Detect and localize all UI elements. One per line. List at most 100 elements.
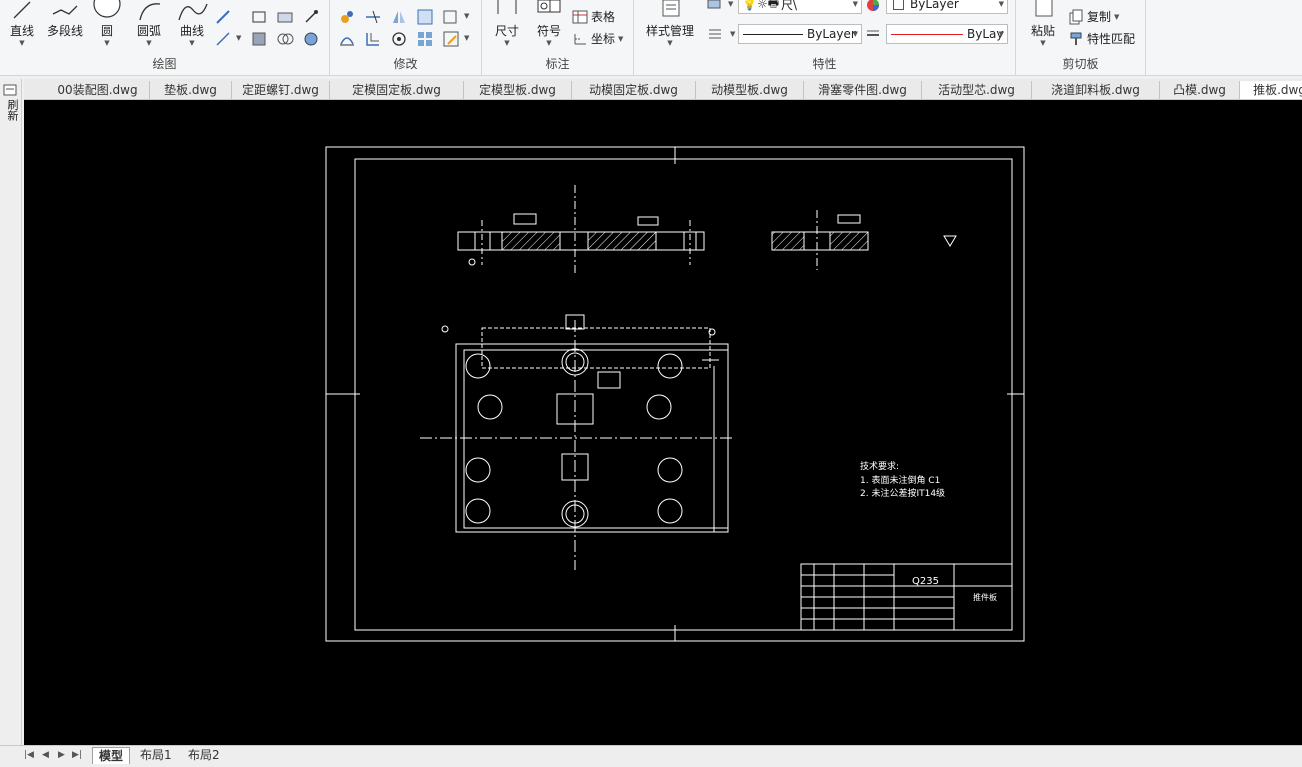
layer-properties-icon[interactable] bbox=[706, 0, 724, 14]
lineweight-preview bbox=[891, 33, 963, 35]
tab-moving-clamp-plate[interactable]: 动模固定板.dwg bbox=[572, 81, 696, 99]
linetype-dropdown[interactable]: ByLayer ▼ bbox=[738, 24, 862, 44]
chevron-down-icon: ▼ bbox=[189, 39, 195, 47]
chevron-down-icon[interactable]: ▼ bbox=[464, 34, 469, 42]
draw-panel: 直线 ▼ 多段线 圆 ▼ 圆弧 ▼ 曲线 ▼ ▼ 绘图 bbox=[0, 0, 330, 76]
coordinate-icon bbox=[574, 33, 586, 44]
chevron-down-icon: ▼ bbox=[852, 30, 858, 38]
chevron-down-icon: ▼ bbox=[146, 39, 152, 47]
lineweight-dropdown[interactable]: ByLay ▼ bbox=[886, 24, 1008, 44]
prev-tab-icon[interactable]: ◀ bbox=[42, 750, 49, 760]
chevron-down-icon[interactable]: ▼ bbox=[728, 0, 733, 8]
stretch-icon[interactable] bbox=[442, 8, 460, 26]
tab-fixed-clamp-plate[interactable]: 定模固定板.dwg bbox=[330, 81, 464, 99]
chevron-down-icon[interactable]: ▼ bbox=[464, 12, 469, 20]
part-name-label: 推件板 bbox=[973, 592, 997, 602]
chevron-down-icon: ▼ bbox=[1040, 39, 1046, 47]
rectangle-icon[interactable] bbox=[250, 8, 268, 26]
chevron-down-icon: ▼ bbox=[504, 39, 510, 47]
refresh-label[interactable]: 刷新 bbox=[4, 99, 19, 121]
tab-fixed-mold-plate[interactable]: 定模型板.dwg bbox=[464, 81, 572, 99]
ray-icon[interactable] bbox=[214, 8, 232, 26]
point-icon[interactable] bbox=[302, 8, 320, 26]
dimension-button[interactable]: 尺寸 ▼ bbox=[490, 0, 524, 47]
style-manager-button[interactable]: 样式管理 ▼ bbox=[640, 0, 700, 47]
section-view-side bbox=[771, 210, 957, 270]
first-tab-icon[interactable]: |◀ bbox=[24, 750, 34, 760]
coordinate-button[interactable]: 坐标 ▼ bbox=[572, 30, 623, 47]
trim-icon[interactable] bbox=[364, 8, 382, 26]
copy-button[interactable]: 复制 ▼ bbox=[1068, 8, 1119, 25]
geometric-tolerance-icon bbox=[537, 0, 561, 13]
copy-doc-icon bbox=[1069, 9, 1083, 24]
line-button[interactable]: 直线 ▼ bbox=[4, 0, 40, 47]
circle-button[interactable]: 圆 ▼ bbox=[90, 0, 124, 47]
tab-movable-core[interactable]: 活动型芯.dwg bbox=[922, 81, 1032, 99]
section-view-main bbox=[457, 185, 705, 275]
tab-assembly[interactable]: 00装配图.dwg bbox=[46, 81, 150, 99]
tab-moving-mold-plate[interactable]: 动模型板.dwg bbox=[696, 81, 804, 99]
mirror-icon[interactable] bbox=[390, 8, 408, 26]
linetype-list-icon[interactable] bbox=[706, 25, 724, 43]
ribbon: 直线 ▼ 多段线 圆 ▼ 圆弧 ▼ 曲线 ▼ ▼ 绘图 ▼ ▼ 修改 尺寸 ▼ … bbox=[0, 0, 1302, 76]
refresh-icon[interactable] bbox=[2, 83, 20, 97]
frame-border bbox=[354, 158, 1013, 631]
hatch-icon[interactable] bbox=[250, 30, 268, 48]
match-properties-button[interactable]: 特性匹配 bbox=[1068, 30, 1135, 47]
tech-req-item-1: 1. 表面未注倒角 C1 bbox=[860, 474, 940, 486]
spline-icon bbox=[178, 3, 208, 21]
arc-button[interactable]: 圆弧 ▼ bbox=[130, 0, 168, 47]
lightbulb-icon: 💡 bbox=[742, 0, 757, 11]
move-icon[interactable] bbox=[338, 8, 356, 26]
tab-punch[interactable]: 凸模.dwg bbox=[1160, 81, 1240, 99]
color-dropdown[interactable]: ByLayer ▼ bbox=[886, 0, 1008, 14]
polyline-button[interactable]: 多段线 bbox=[42, 0, 88, 39]
table-button[interactable]: 表格 bbox=[572, 8, 615, 25]
chevron-down-icon: ▼ bbox=[667, 39, 673, 47]
dimension-icon bbox=[497, 0, 517, 14]
symbol-button[interactable]: 符号 ▼ bbox=[532, 0, 566, 47]
scale-icon[interactable] bbox=[416, 8, 434, 26]
chevron-down-icon[interactable]: ▼ bbox=[730, 30, 735, 38]
chevron-down-icon: ▼ bbox=[998, 0, 1004, 8]
tech-req-item-2: 2. 未注公差按IT14级 bbox=[860, 487, 945, 499]
curve-button[interactable]: 曲线 ▼ bbox=[172, 0, 212, 47]
table-icon bbox=[572, 10, 588, 23]
construction-line-icon[interactable] bbox=[214, 30, 232, 48]
color-wheel-icon[interactable] bbox=[864, 0, 882, 14]
arc-icon bbox=[139, 3, 161, 21]
tab-distance-screw[interactable]: 定距螺钉.dwg bbox=[232, 81, 330, 99]
tab-model[interactable]: 模型 bbox=[92, 747, 131, 764]
sheet-border bbox=[325, 146, 1025, 642]
line-icon bbox=[13, 1, 31, 19]
tab-slider-part[interactable]: 滑塞零件图.dwg bbox=[804, 81, 922, 99]
copy-icon[interactable] bbox=[338, 30, 356, 48]
tab-push-plate[interactable]: 推板.dwg bbox=[1240, 81, 1302, 99]
tab-layout2[interactable]: 布局2 bbox=[182, 747, 226, 764]
printer-icon: 🖶 bbox=[767, 0, 780, 10]
array-icon[interactable] bbox=[416, 30, 434, 48]
style-manager-icon bbox=[662, 0, 680, 17]
drawing-canvas[interactable]: 技术要求: 1. 表面未注倒角 C1 2. 未注公差按IT14级 Q235 推件… bbox=[24, 100, 1302, 745]
chevron-down-icon[interactable]: ▼ bbox=[236, 34, 241, 42]
modify-panel: ▼ ▼ 修改 bbox=[330, 0, 482, 76]
offset-icon[interactable] bbox=[364, 30, 382, 48]
tab-runner-stripper[interactable]: 浇道卸料板.dwg bbox=[1032, 81, 1160, 99]
wipeout-icon[interactable] bbox=[302, 30, 320, 48]
region-icon[interactable] bbox=[276, 8, 294, 26]
lineweight-icon[interactable] bbox=[864, 25, 882, 43]
tab-layout1[interactable]: 布局1 bbox=[134, 747, 178, 764]
circle-icon bbox=[93, 0, 121, 18]
plan-view bbox=[420, 314, 734, 570]
rotate-icon[interactable] bbox=[390, 30, 408, 48]
polyline-icon bbox=[52, 5, 78, 15]
next-tab-icon[interactable]: ▶ bbox=[58, 750, 65, 760]
match-brush-icon bbox=[1070, 32, 1082, 45]
paste-button[interactable]: 粘贴 ▼ bbox=[1024, 0, 1062, 47]
tab-backing-plate[interactable]: 垫板.dwg bbox=[150, 81, 232, 99]
chevron-down-icon: ▼ bbox=[998, 30, 1004, 38]
layer-dropdown[interactable]: 💡 ☼ 🖶 尺\ ▼ bbox=[738, 0, 862, 14]
boundary-icon[interactable] bbox=[276, 30, 294, 48]
last-tab-icon[interactable]: ▶| bbox=[72, 750, 82, 760]
fillet-icon[interactable] bbox=[442, 30, 460, 48]
